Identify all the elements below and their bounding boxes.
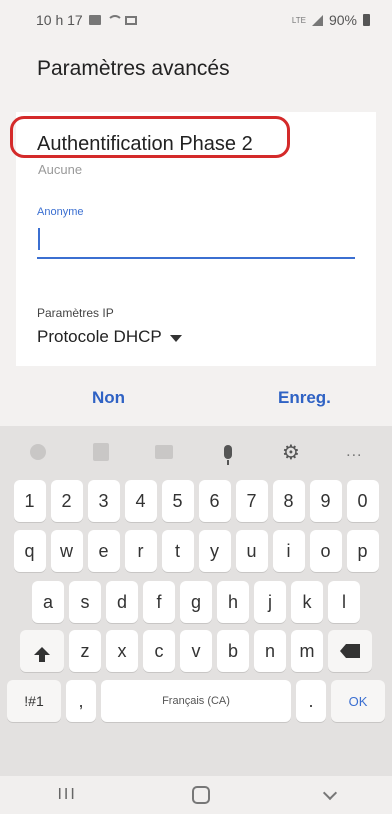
key[interactable]: q [13,530,46,572]
ip-settings-dropdown[interactable]: Protocole DHCP [37,327,182,347]
recent-apps-button[interactable]: III [57,786,76,804]
lte-icon: LTE [291,15,306,25]
key[interactable]: j [254,581,286,623]
key[interactable]: l [328,581,360,623]
navigation-bar: III [0,776,392,814]
anonymous-identity-input[interactable] [37,223,355,259]
home-button[interactable] [191,786,210,804]
bottom-row: !#1 , Français (CA) . OK [0,680,392,722]
period-key[interactable]: . [296,680,326,722]
key[interactable]: t [161,530,194,572]
battery-icon [363,14,370,26]
zxcv-row: z x c v b n m [0,630,392,672]
back-button[interactable] [322,785,337,801]
backspace-icon [340,644,360,658]
shift-icon [34,647,50,662]
key[interactable]: 3 [87,480,120,522]
key[interactable]: h [217,581,249,623]
wifi-icon [106,15,123,25]
key[interactable]: y [198,530,231,572]
key[interactable]: c [143,630,175,672]
status-time: 10 h 17 [36,12,83,28]
mail-notification-icon [124,15,137,25]
microphone-icon[interactable] [215,439,241,465]
key[interactable]: p [346,530,379,572]
sticker-icon[interactable] [88,439,114,465]
key[interactable]: 0 [346,480,379,522]
status-bar: 10 h 17 LTE 90% [0,0,392,40]
emoji-icon[interactable] [25,439,51,465]
backspace-key[interactable] [328,630,372,672]
key[interactable]: w [50,530,83,572]
key[interactable]: e [87,530,120,572]
ip-settings-label: Paramètres IP [37,306,114,320]
ip-settings-value: Protocole DHCP [37,327,162,346]
key[interactable]: z [69,630,101,672]
key[interactable]: 9 [309,480,342,522]
shift-key[interactable] [20,630,64,672]
key[interactable]: m [291,630,323,672]
key[interactable]: u [235,530,268,572]
key[interactable]: s [69,581,101,623]
gear-icon[interactable]: ⚙ [278,439,304,465]
red-highlight-annotation [10,116,290,158]
key[interactable]: n [254,630,286,672]
ok-key[interactable]: OK [331,680,385,722]
space-key[interactable]: Français (CA) [101,680,291,722]
key[interactable]: 6 [198,480,231,522]
key[interactable]: i [272,530,305,572]
gallery-notification-icon [88,15,101,25]
symbols-key[interactable]: !#1 [7,680,61,722]
status-right: LTE 90% [292,12,370,28]
gif-icon[interactable] [151,439,177,465]
phase2-auth-value: Aucune [38,162,83,177]
dropdown-arrow-icon [169,334,182,342]
screen: 10 h 17 LTE 90% Paramètres avancés Authe… [0,0,392,814]
more-options-icon[interactable]: ... [341,439,367,465]
key[interactable]: 5 [161,480,194,522]
key[interactable]: o [309,530,342,572]
signal-icon [311,14,323,26]
keyboard-toolbar: ⚙ ... [0,426,392,478]
key[interactable]: f [143,581,175,623]
asdf-row: a s d f g h j k l [0,581,392,623]
save-button[interactable]: Enreg. [278,388,331,408]
comma-key[interactable]: , [66,680,96,722]
key[interactable]: 1 [13,480,46,522]
cancel-button[interactable]: Non [92,388,125,408]
key[interactable]: d [106,581,138,623]
key[interactable]: 8 [272,480,305,522]
key[interactable]: g [180,581,212,623]
key[interactable]: v [180,630,212,672]
key[interactable]: k [291,581,323,623]
page-title: Paramètres avancés [37,57,230,80]
key[interactable]: a [32,581,64,623]
key[interactable]: r [124,530,157,572]
status-left: 10 h 17 [36,12,137,28]
text-caret [38,228,40,250]
number-row: 1 2 3 4 5 6 7 8 9 0 [0,480,392,522]
key[interactable]: 4 [124,480,157,522]
key[interactable]: b [217,630,249,672]
key[interactable]: 7 [235,480,268,522]
qwerty-row: q w e r t y u i o p [0,530,392,572]
key[interactable]: 2 [50,480,83,522]
battery-percent: 90% [328,12,357,28]
anonymous-identity-label: Anonyme [37,206,84,218]
keyboard: ⚙ ... 1 2 3 4 5 6 7 8 9 0 q w e r t y u … [0,426,392,776]
key[interactable]: x [106,630,138,672]
